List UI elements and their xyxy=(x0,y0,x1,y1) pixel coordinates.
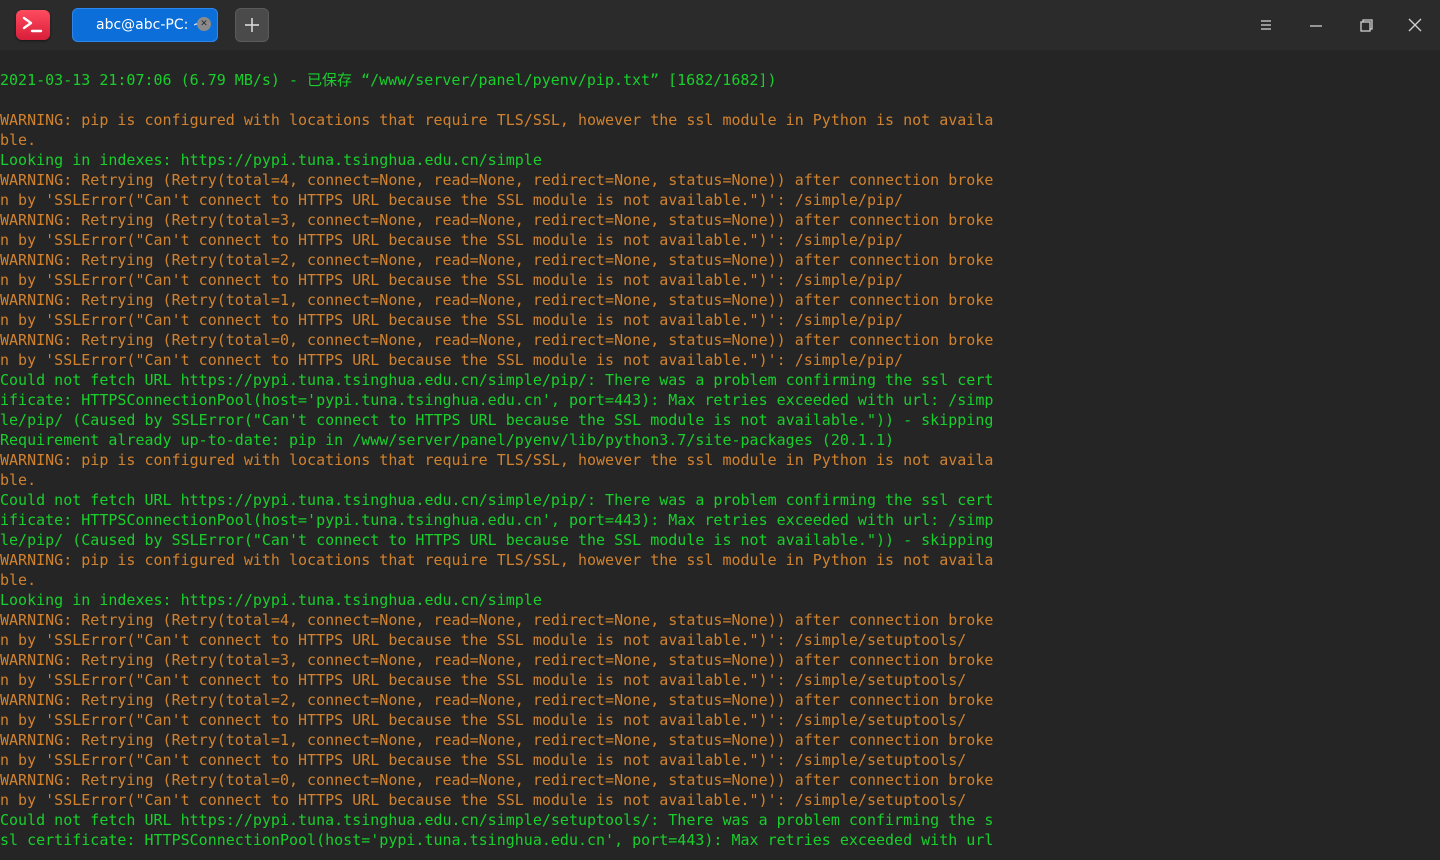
terminal-line: ificate: HTTPSConnectionPool(host='pypi.… xyxy=(0,511,994,529)
hamburger-menu-icon xyxy=(1261,20,1271,30)
minimize-button[interactable] xyxy=(1306,15,1326,35)
terminal-line: n by 'SSLError("Can't connect to HTTPS U… xyxy=(0,711,967,729)
terminal-line: n by 'SSLError("Can't connect to HTTPS U… xyxy=(0,351,904,369)
terminal-line: n by 'SSLError("Can't connect to HTTPS U… xyxy=(0,231,904,249)
terminal-line: Could not fetch URL https://pypi.tuna.ts… xyxy=(0,371,994,389)
terminal-line: n by 'SSLError("Can't connect to HTTPS U… xyxy=(0,191,904,209)
terminal-line: le/pip/ (Caused by SSLError("Can't conne… xyxy=(0,411,994,429)
terminal-line: WARNING: Retrying (Retry(total=3, connec… xyxy=(0,651,994,669)
close-window-button[interactable] xyxy=(1405,15,1425,35)
terminal-line: WARNING: Retrying (Retry(total=3, connec… xyxy=(0,211,994,229)
minimize-icon xyxy=(1310,25,1322,27)
title-bar: abc@abc-PC: ~ ✕ xyxy=(0,0,1440,50)
terminal-line: n by 'SSLError("Can't connect to HTTPS U… xyxy=(0,631,967,649)
terminal-line: ble. xyxy=(0,131,37,149)
terminal-line: WARNING: Retrying (Retry(total=2, connec… xyxy=(0,691,994,709)
terminal-line: ificate: HTTPSConnectionPool(host='pypi.… xyxy=(0,391,994,409)
terminal-line: Requirement already up-to-date: pip in /… xyxy=(0,431,895,449)
terminal-line: n by 'SSLError("Can't connect to HTTPS U… xyxy=(0,311,904,329)
terminal-line: WARNING: pip is configured with location… xyxy=(0,451,994,469)
plus-icon xyxy=(245,18,259,32)
restore-icon xyxy=(1360,19,1373,32)
terminal-output[interactable]: 2021-03-13 21:07:06 (6.79 MB/s) - 已保存 “/… xyxy=(0,70,1440,860)
terminal-line: Could not fetch URL https://pypi.tuna.ts… xyxy=(0,491,994,509)
terminal-line: WARNING: Retrying (Retry(total=2, connec… xyxy=(0,251,994,269)
terminal-line: WARNING: Retrying (Retry(total=0, connec… xyxy=(0,771,994,789)
tab-title: abc@abc-PC: ~ xyxy=(96,17,205,33)
terminal-app-icon[interactable] xyxy=(16,10,50,40)
terminal-line: ble. xyxy=(0,471,37,489)
terminal-line: n by 'SSLError("Can't connect to HTTPS U… xyxy=(0,791,967,809)
terminal-line: n by 'SSLError("Can't connect to HTTPS U… xyxy=(0,751,967,769)
terminal-line: Could not fetch URL https://pypi.tuna.ts… xyxy=(0,811,994,829)
terminal-line: WARNING: Retrying (Retry(total=0, connec… xyxy=(0,331,994,349)
terminal-line: le/pip/ (Caused by SSLError("Can't conne… xyxy=(0,531,994,549)
terminal-line: WARNING: Retrying (Retry(total=4, connec… xyxy=(0,611,994,629)
terminal-line: sl certificate: HTTPSConnectionPool(host… xyxy=(0,831,994,849)
terminal-line: Looking in indexes: https://pypi.tuna.ts… xyxy=(0,151,542,169)
terminal-line: WARNING: Retrying (Retry(total=1, connec… xyxy=(0,731,994,749)
terminal-line: WARNING: pip is configured with location… xyxy=(0,111,994,129)
new-tab-button[interactable] xyxy=(235,8,269,42)
close-tab-icon[interactable]: ✕ xyxy=(197,17,211,31)
terminal-line: Looking in indexes: https://pypi.tuna.ts… xyxy=(0,591,542,609)
close-icon xyxy=(1408,18,1422,32)
terminal-line: WARNING: Retrying (Retry(total=1, connec… xyxy=(0,291,994,309)
terminal-line: n by 'SSLError("Can't connect to HTTPS U… xyxy=(0,671,967,689)
terminal-line: 2021-03-13 21:07:06 (6.79 MB/s) - 已保存 “/… xyxy=(0,71,777,89)
terminal-line: WARNING: Retrying (Retry(total=4, connec… xyxy=(0,171,994,189)
menu-button[interactable] xyxy=(1256,15,1276,35)
restore-button[interactable] xyxy=(1356,15,1376,35)
terminal-line: ble. xyxy=(0,571,37,589)
terminal-line: WARNING: pip is configured with location… xyxy=(0,551,994,569)
terminal-line: n by 'SSLError("Can't connect to HTTPS U… xyxy=(0,271,904,289)
